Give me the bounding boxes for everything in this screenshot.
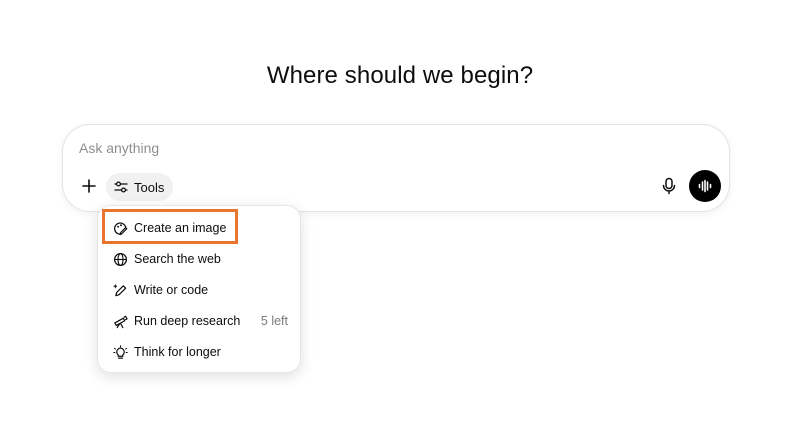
menu-item-label: Think for longer <box>134 345 221 359</box>
menu-item-search-web[interactable]: Search the web <box>106 246 292 272</box>
sliders-icon <box>114 181 128 193</box>
menu-item-label: Write or code <box>134 283 209 297</box>
prompt-composer[interactable]: Tools <box>62 124 730 212</box>
page-title: Where should we begin? <box>266 62 534 89</box>
pencil-sparkle-icon <box>112 282 128 298</box>
voice-mode-button[interactable] <box>689 170 721 202</box>
plus-icon <box>82 179 96 193</box>
menu-item-label: Create an image <box>134 221 227 235</box>
voice-waveform-icon <box>698 179 712 193</box>
menu-item-write-code[interactable]: Write or code <box>106 277 292 303</box>
prompt-input[interactable] <box>79 137 639 159</box>
lightbulb-icon <box>112 344 128 360</box>
remaining-count: 5 left <box>260 314 288 328</box>
microphone-icon <box>662 177 676 195</box>
menu-item-think-longer[interactable]: Think for longer <box>106 339 292 365</box>
chat-start-page: Where should we begin? Tools <box>0 0 800 427</box>
add-attachment-button[interactable] <box>77 174 101 198</box>
tools-button[interactable]: Tools <box>106 173 174 201</box>
menu-item-create-image[interactable]: Create an image <box>106 215 292 241</box>
tools-button-label: Tools <box>134 179 165 195</box>
telescope-icon <box>112 313 128 329</box>
menu-item-label: Run deep research <box>134 314 241 328</box>
menu-item-deep-research[interactable]: Run deep research 5 left <box>106 308 292 334</box>
tools-menu: Create an image Search the web Write or … <box>97 205 301 373</box>
image-brush-icon <box>112 220 128 236</box>
dictate-button[interactable] <box>657 174 681 198</box>
menu-item-label: Search the web <box>134 252 221 266</box>
globe-icon <box>112 251 128 267</box>
